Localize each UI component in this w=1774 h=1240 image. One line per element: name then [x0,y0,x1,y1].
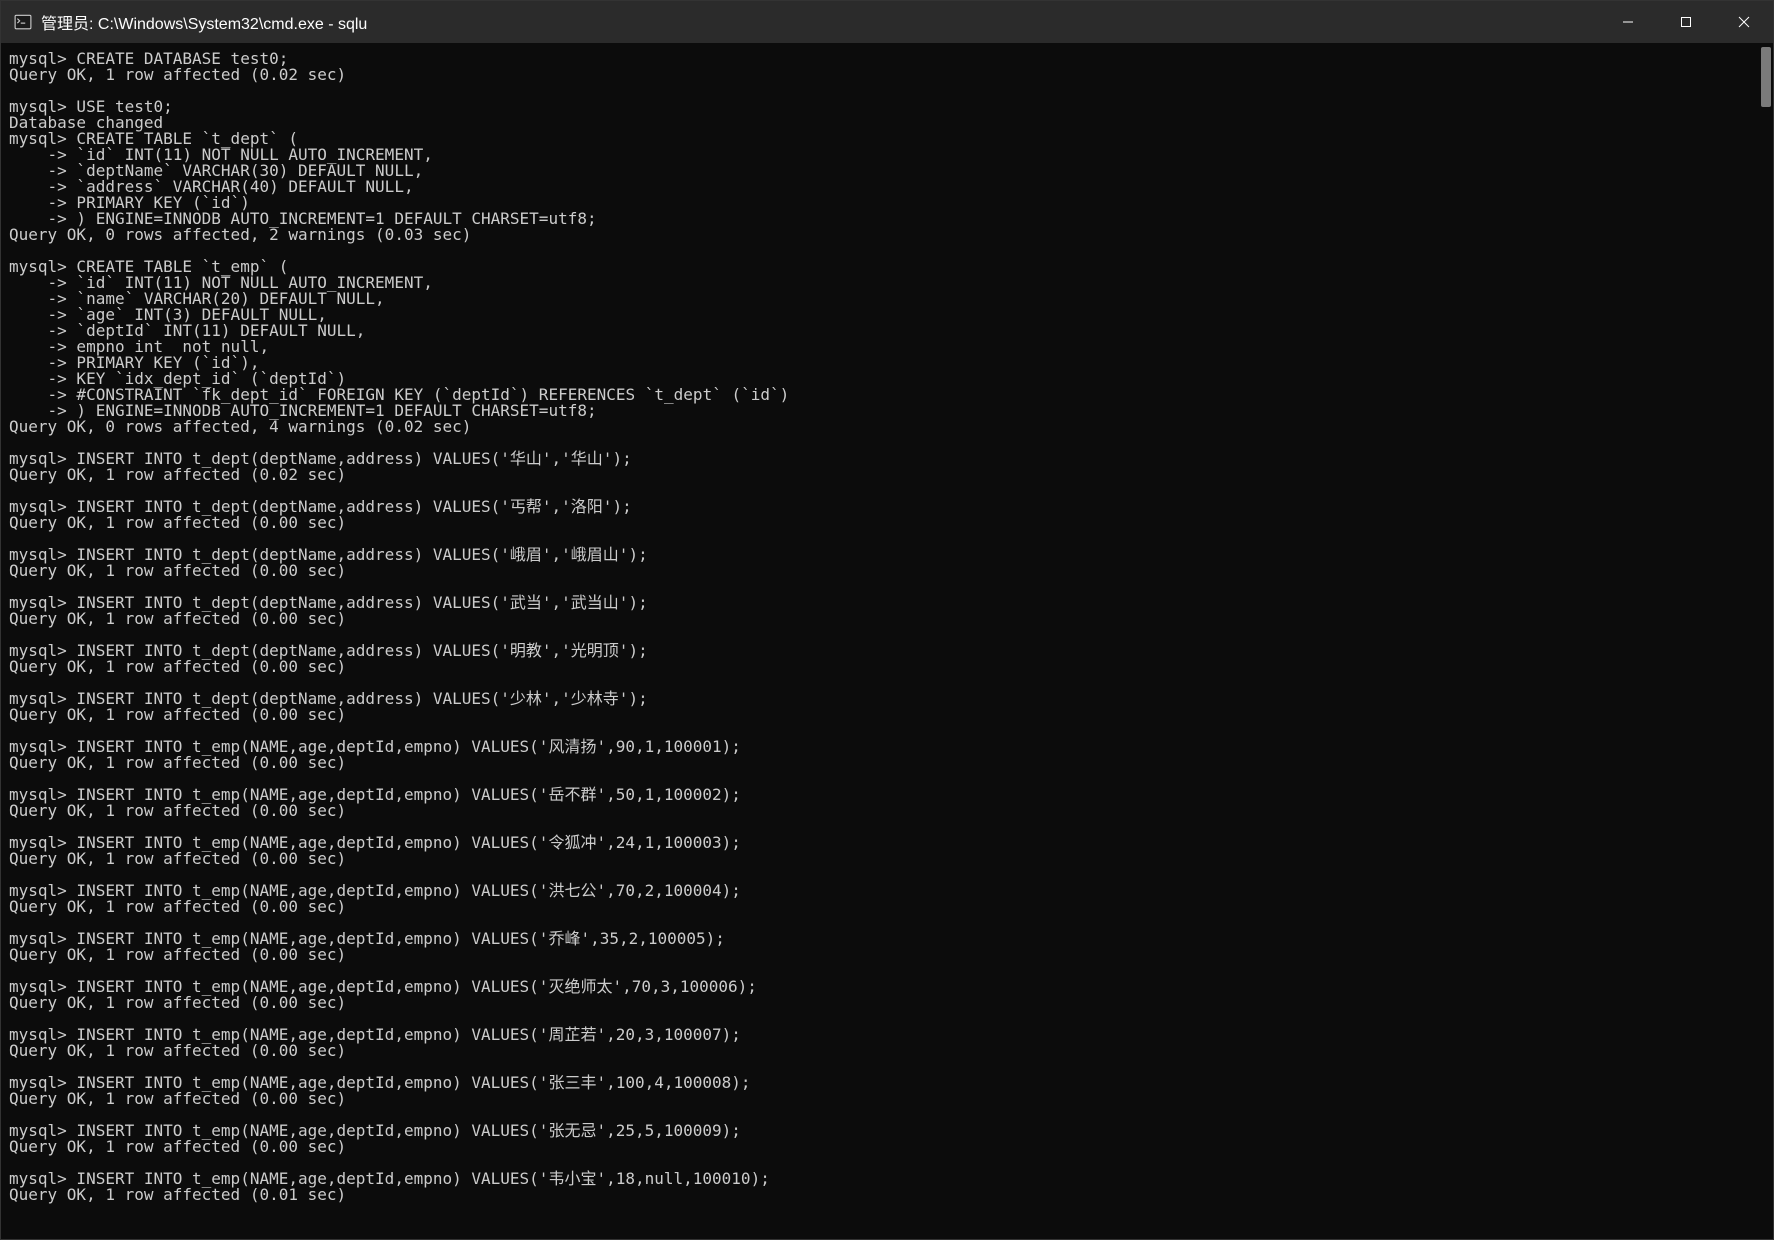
terminal-line: Query OK, 1 row affected (0.00 sec) [9,1139,1765,1155]
terminal-line: Query OK, 1 row affected (0.00 sec) [9,611,1765,627]
terminal-line: Query OK, 0 rows affected, 4 warnings (0… [9,419,1765,435]
terminal-line: Query OK, 1 row affected (0.00 sec) [9,851,1765,867]
window-title: 管理员: C:\Windows\System32\cmd.exe - sqlu [41,10,367,34]
terminal-body[interactable]: mysql> CREATE DATABASE test0;Query OK, 1… [1,43,1773,1239]
close-button[interactable] [1715,1,1773,43]
scrollbar-thumb[interactable] [1761,47,1771,107]
terminal-line: Query OK, 1 row affected (0.00 sec) [9,755,1765,771]
terminal-line: Query OK, 1 row affected (0.02 sec) [9,467,1765,483]
cmd-icon [13,12,33,32]
terminal-line [9,1203,1765,1219]
terminal-line: Query OK, 1 row affected (0.00 sec) [9,707,1765,723]
terminal-line: -> empno int not null, [9,339,1765,355]
terminal-line: Query OK, 1 row affected (0.01 sec) [9,1187,1765,1203]
titlebar-left: 管理员: C:\Windows\System32\cmd.exe - sqlu [1,10,367,34]
terminal-line: Query OK, 1 row affected (0.00 sec) [9,947,1765,963]
terminal-line: Query OK, 1 row affected (0.02 sec) [9,67,1765,83]
terminal-line: Query OK, 1 row affected (0.00 sec) [9,1043,1765,1059]
terminal-line: Query OK, 1 row affected (0.00 sec) [9,515,1765,531]
terminal-line: Query OK, 1 row affected (0.00 sec) [9,899,1765,915]
terminal-line: Query OK, 1 row affected (0.00 sec) [9,995,1765,1011]
terminal-line: mysql> USE test0; [9,99,1765,115]
maximize-button[interactable] [1657,1,1715,43]
terminal-line: -> `address` VARCHAR(40) DEFAULT NULL, [9,179,1765,195]
titlebar[interactable]: 管理员: C:\Windows\System32\cmd.exe - sqlu [1,1,1773,43]
terminal-line: Query OK, 1 row affected (0.00 sec) [9,803,1765,819]
terminal-line [9,83,1765,99]
window-controls [1599,1,1773,43]
terminal-line: -> `deptId` INT(11) DEFAULT NULL, [9,323,1765,339]
terminal-line: Query OK, 0 rows affected, 2 warnings (0… [9,227,1765,243]
terminal-line: Query OK, 1 row affected (0.00 sec) [9,659,1765,675]
minimize-button[interactable] [1599,1,1657,43]
terminal-output: mysql> CREATE DATABASE test0;Query OK, 1… [9,51,1765,1219]
terminal-line: Query OK, 1 row affected (0.00 sec) [9,563,1765,579]
terminal-line: Query OK, 1 row affected (0.00 sec) [9,1091,1765,1107]
cmd-window: 管理员: C:\Windows\System32\cmd.exe - sqlu … [0,0,1774,1240]
